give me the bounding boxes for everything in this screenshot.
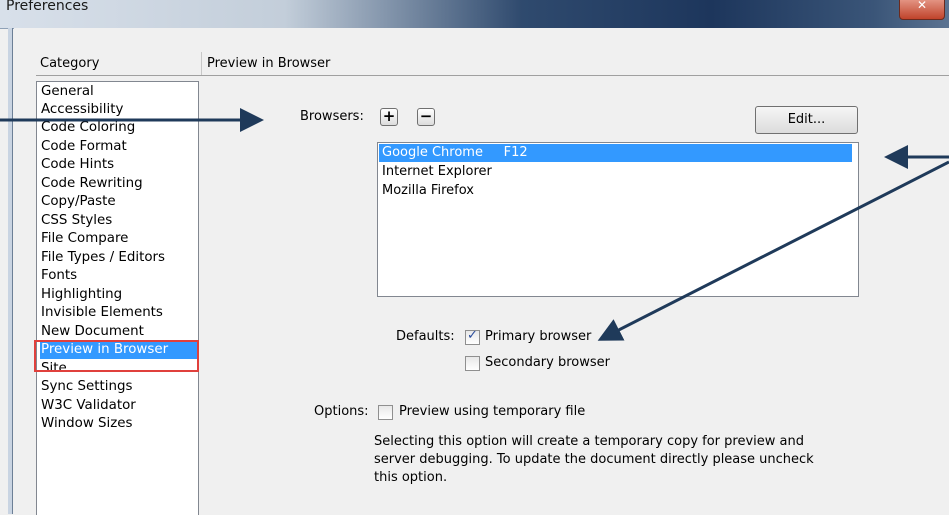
arrow-to-primary-browser [597, 160, 949, 341]
annotation-arrows [0, 108, 949, 341]
